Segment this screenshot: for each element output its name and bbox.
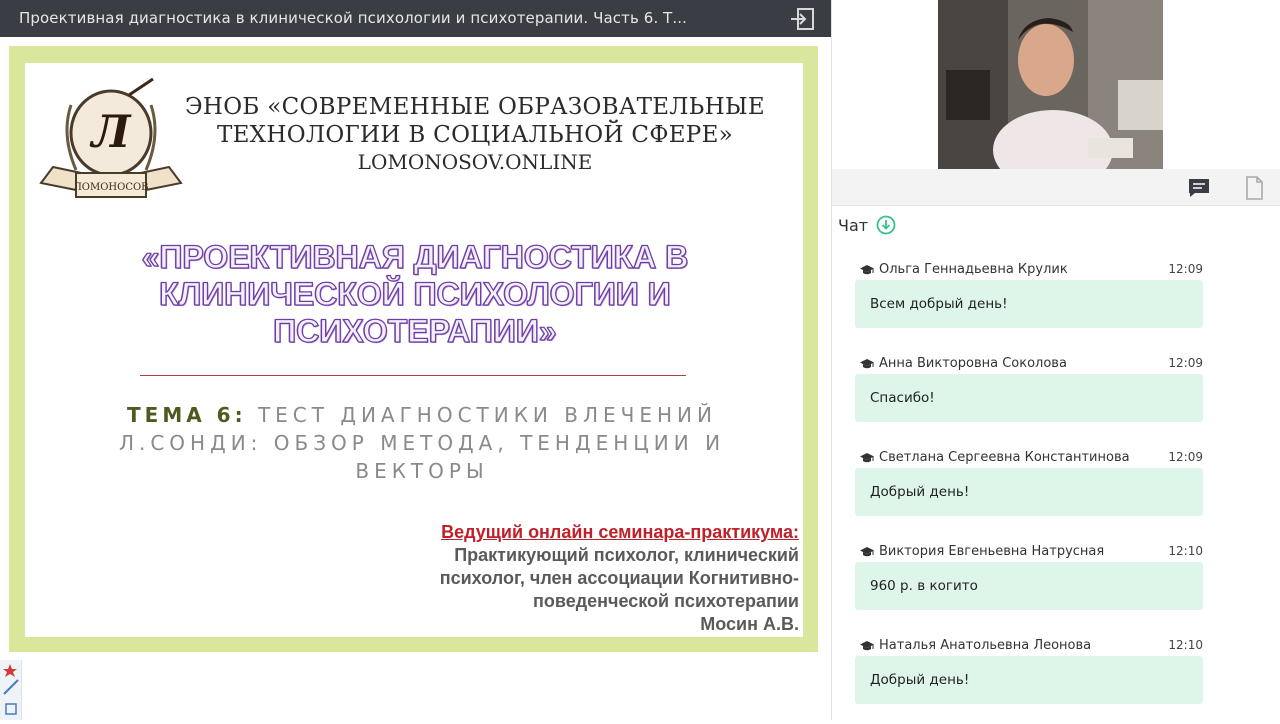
svg-text:ЛОМОНОСОВ: ЛОМОНОСОВ (73, 182, 148, 193)
message-time: 12:09 (1168, 356, 1203, 370)
message-author: Ольга Геннадьевна Крулик (859, 262, 1068, 277)
scrollbar[interactable] (1274, 270, 1280, 720)
presenter-line-3: поведенческой психотерапии (533, 591, 799, 611)
download-icon[interactable] (876, 215, 896, 235)
chat-message: Виктория Евгеньевна Натрусная 12:10 960 … (855, 532, 1205, 626)
topic-label: ТЕМА 6: (127, 403, 247, 427)
presentation-title: Проективная диагностика в клинической пс… (19, 9, 688, 27)
message-author: Светлана Сергеевна Константинова (859, 450, 1130, 465)
webcam-video[interactable] (938, 0, 1163, 169)
course-title-line-3: ПСИХОТЕРАПИИ» (273, 312, 558, 349)
chat-title: Чат (838, 215, 869, 235)
message-bubble: 960 р. в когито (855, 562, 1203, 610)
chat-message: Ольга Геннадьевна Крулик 12:09 Всем добр… (855, 250, 1205, 344)
topic-line-2: Л.СОНДИ: ОБЗОР МЕТОДА, ТЕНДЕНЦИИ И (118, 431, 726, 455)
graduation-cap-icon (860, 264, 874, 274)
graduation-cap-icon (860, 452, 874, 462)
author-name: Виктория Евгеньевна Натрусная (879, 544, 1105, 559)
course-title-line-1: «ПРОЕКТИВНАЯ ДИАГНОСТИКА В (141, 238, 689, 275)
presenter-video-frame (938, 0, 1163, 169)
presenter-line-1: Практикующий психолог, клинический (454, 545, 799, 565)
exit-icon[interactable] (789, 6, 817, 32)
org-line-2: ТЕХНОЛОГИИ В СОЦИАЛЬНОЙ СФЕРЕ» (216, 122, 734, 148)
organization-name: ЭНОБ «СОВРЕМЕННЫЕ ОБРАЗОВАТЕЛЬНЫЕ ТЕХНОЛ… (185, 93, 765, 175)
graduation-cap-icon (860, 640, 874, 650)
message-time: 12:10 (1168, 638, 1203, 652)
chat-message: Светлана Сергеевна Константинова 12:09 Д… (855, 438, 1205, 532)
message-author: Наталья Анатольевна Леонова (859, 638, 1091, 653)
presenter-line-2: психолог, член ассоциации Когнитивно- (439, 568, 799, 588)
slide: ЛОМОНОСОВ Л ЭНОБ «СОВРЕМЕННЫЕ ОБРАЗОВАТЕ… (25, 63, 803, 637)
toolbar-stub[interactable] (0, 660, 22, 720)
topic: ТЕМА 6: ТЕСТ ДИАГНОСТИКИ ВЛЕЧЕНИЙ Л.СОНД… (77, 401, 767, 485)
message-author: Анна Викторовна Соколова (859, 356, 1067, 371)
message-bubble: Всем добрый день! (855, 280, 1203, 328)
presenter-name: Мосин А.В. (700, 614, 799, 634)
message-bubble: Спасибо! (855, 374, 1203, 422)
chat-icon[interactable] (1186, 176, 1212, 200)
presentation-panel: Проективная диагностика в клинической пс… (0, 0, 831, 720)
drawing-tools-icon[interactable] (0, 660, 22, 720)
graduation-cap-icon (860, 358, 874, 368)
author-name: Наталья Анатольевна Леонова (879, 638, 1092, 653)
org-site: LOMONOSOV.ONLINE (357, 150, 593, 174)
message-bubble: Добрый день! (855, 468, 1203, 516)
org-line-1: ЭНОБ «СОВРЕМЕННЫЕ ОБРАЗОВАТЕЛЬНЫЕ (185, 94, 765, 120)
title-divider (140, 375, 686, 376)
message-author: Виктория Евгеньевна Натрусная (859, 544, 1104, 559)
document-icon[interactable] (1242, 175, 1266, 201)
svg-text:Л: Л (90, 107, 133, 158)
presenter-heading: Ведущий онлайн семинара-практикума: (441, 522, 799, 542)
graduation-cap-icon (860, 546, 874, 556)
lomonosov-logo: ЛОМОНОСОВ Л (39, 77, 183, 198)
course-title-line-2: КЛИНИЧЕСКОЙ ПСИХОЛОГИИ И (159, 275, 672, 312)
topic-line-1: ТЕСТ ДИАГНОСТИКИ ВЛЕЧЕНИЙ (257, 403, 717, 427)
author-name: Светлана Сергеевна Константинова (879, 450, 1130, 465)
chat-header: Чат (838, 214, 896, 236)
message-time: 12:09 (1168, 262, 1203, 276)
chat-message: Анна Викторовна Соколова 12:09 Спасибо! (855, 344, 1205, 438)
message-bubble: Добрый день! (855, 656, 1203, 704)
author-name: Анна Викторовна Соколова (879, 356, 1067, 371)
presenter-info: Ведущий онлайн семинара-практикума: Прак… (379, 521, 799, 636)
title-bar: Проективная диагностика в клинической пс… (0, 0, 831, 37)
author-name: Ольга Геннадьевна Крулик (879, 262, 1068, 277)
chat-messages: Ольга Геннадьевна Крулик 12:09 Всем добр… (855, 250, 1205, 720)
chat-message: Наталья Анатольевна Леонова 12:10 Добрый… (855, 626, 1205, 720)
message-time: 12:10 (1168, 544, 1203, 558)
slide-frame: ЛОМОНОСОВ Л ЭНОБ «СОВРЕМЕННЫЕ ОБРАЗОВАТЕ… (9, 46, 818, 652)
course-title: «ПРОЕКТИВНАЯ ДИАГНОСТИКА В КЛИНИЧЕСКОЙ П… (85, 238, 745, 350)
topic-line-3: ВЕКТОРЫ (355, 459, 489, 483)
side-panel: Чат Ольга Геннадьевна Крулик 12:09 Всем … (831, 0, 1280, 720)
message-time: 12:09 (1168, 450, 1203, 464)
side-tabs (832, 169, 1280, 206)
